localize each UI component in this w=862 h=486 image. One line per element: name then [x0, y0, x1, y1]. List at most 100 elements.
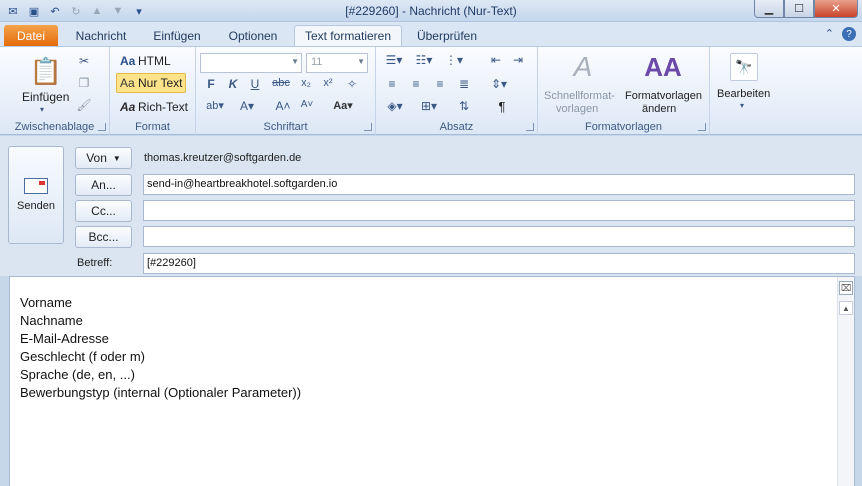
edit-dropdown-icon[interactable]: ▾	[740, 101, 744, 110]
cc-field[interactable]	[143, 200, 855, 221]
to-button[interactable]: An...	[75, 174, 132, 196]
borders-icon[interactable]: ⊞▾	[418, 99, 440, 113]
italic-icon[interactable]: K	[226, 77, 240, 91]
help-icon[interactable]: ?	[842, 27, 856, 41]
format-plain-label: Nur Text	[138, 76, 183, 90]
paste-button-label[interactable]: Einfügen	[22, 90, 69, 104]
tab-text-formatieren[interactable]: Text formatieren	[294, 25, 402, 46]
format-painter-icon[interactable]: 🖌	[76, 97, 92, 113]
subject-label: Betreff:	[77, 257, 113, 269]
shading-icon[interactable]: ◈▾	[384, 99, 406, 113]
justify-icon[interactable]: ≣	[456, 77, 472, 91]
show-formatting-icon[interactable]: ¶	[494, 99, 510, 114]
minimize-ribbon-icon[interactable]: ⌃	[825, 27, 834, 41]
multilevel-list-icon[interactable]: ⋮▾	[444, 53, 464, 67]
ribbon-tabs: Datei Nachricht Einfügen Optionen Text f…	[0, 22, 862, 46]
styles-launcher-icon[interactable]	[698, 123, 706, 131]
aa-plain-icon: Aa	[120, 76, 135, 90]
font-size-combo[interactable]: 11 ▼	[306, 53, 368, 73]
vertical-scrollbar[interactable]: ⌧ ▲	[837, 277, 854, 486]
format-plain-option[interactable]: Aa Nur Text	[116, 73, 186, 93]
numbering-icon[interactable]: ☷▾	[414, 53, 434, 67]
message-body[interactable]: Vorname Nachname E-Mail-Adresse Geschlec…	[9, 276, 855, 486]
tab-datei[interactable]: Datei	[4, 25, 58, 46]
format-html-label: HTML	[138, 54, 171, 68]
aa-rich-icon: Aa	[120, 100, 136, 114]
group-paragraph: ☰▾ ☷▾ ⋮▾ ⇤ ⇥ ≡ ≡ ≡ ≣ ⇕▾ ◈▾ ⊞▾ ⇅ ¶ Absatz	[376, 47, 538, 135]
group-label-paragraph: Absatz	[439, 121, 474, 133]
subject-field[interactable]: [#229260]	[143, 253, 855, 274]
minimize-button[interactable]: ▁	[754, 0, 784, 18]
body-line: Geschlecht (f oder m)	[20, 349, 145, 364]
tab-optionen[interactable]: Optionen	[218, 25, 288, 46]
format-rich-label: Rich-Text	[138, 100, 189, 114]
maximize-button[interactable]: ☐	[784, 0, 814, 18]
paste-dropdown-icon[interactable]: ▾	[40, 105, 44, 114]
clear-format-icon[interactable]: ✧	[344, 77, 360, 91]
body-line: Bewerbungstyp (internal (Optionaler Para…	[20, 385, 302, 400]
font-launcher-icon[interactable]	[364, 123, 372, 131]
paste-icon[interactable]: 📋	[28, 53, 64, 89]
align-center-icon[interactable]: ≡	[408, 77, 424, 91]
superscript-icon[interactable]: x²	[320, 77, 336, 89]
change-styles-line1[interactable]: Formatvorlagen	[625, 90, 702, 102]
cut-icon[interactable]: ✂	[76, 53, 92, 69]
envelope-icon	[24, 178, 48, 194]
highlight-icon[interactable]: ab▾	[204, 99, 226, 112]
grow-font-icon[interactable]: A˄	[276, 99, 291, 113]
change-styles-icon[interactable]: AA	[644, 51, 682, 83]
underline-icon[interactable]: U	[248, 77, 262, 91]
bcc-field[interactable]	[143, 226, 855, 247]
to-field[interactable]: send-in@heartbreakhotel.softgarden.io	[143, 174, 855, 195]
group-styles: A Schnellformat- vorlagen AA Formatvorla…	[538, 47, 710, 135]
font-color-icon[interactable]: A▾	[236, 99, 258, 113]
quick-styles-icon[interactable]: A	[566, 51, 600, 83]
decrease-indent-icon[interactable]: ⇤	[488, 53, 504, 67]
increase-indent-icon[interactable]: ⇥	[510, 53, 526, 67]
chevron-down-icon: ▼	[112, 153, 121, 163]
group-format: Aa HTML Aa Nur Text Aa Rich-Text Format	[110, 47, 196, 135]
change-styles-line2[interactable]: ändern	[642, 103, 676, 115]
body-line: Sprache (de, en, ...)	[20, 367, 135, 382]
body-line: E-Mail-Adresse	[20, 331, 109, 346]
format-rich-option[interactable]: Aa Rich-Text	[116, 97, 192, 117]
send-button[interactable]: Senden	[8, 146, 64, 244]
bullets-icon[interactable]: ☰▾	[384, 53, 404, 67]
sort-icon[interactable]: ⇅	[456, 99, 472, 113]
clipboard-launcher-icon[interactable]	[98, 123, 106, 131]
bold-icon[interactable]: F	[204, 77, 218, 91]
ruler-toggle-icon[interactable]: ⌧	[839, 281, 853, 295]
body-line: Vorname	[20, 295, 73, 310]
align-right-icon[interactable]: ≡	[432, 77, 448, 91]
binoculars-icon[interactable]: 🔭	[730, 53, 758, 81]
shrink-font-icon[interactable]: A˅	[300, 99, 314, 110]
edit-button-label[interactable]: Bearbeiten	[717, 88, 770, 100]
font-size-value: 11	[311, 56, 323, 68]
group-label-styles: Formatvorlagen	[584, 121, 663, 133]
aa-html-icon: Aa	[120, 54, 136, 68]
align-left-icon[interactable]: ≡	[384, 77, 400, 91]
from-button[interactable]: Von ▼	[75, 147, 132, 169]
group-font: ▼ 11 ▼ F K U abc x₂ x² ✧ ab▾ A▾ A˄ A˅ Aa▾…	[196, 47, 376, 135]
group-label-font: Schriftart	[263, 121, 308, 133]
line-spacing-icon[interactable]: ⇕▾	[488, 77, 510, 91]
copy-icon[interactable]: ❐	[76, 75, 92, 91]
close-button[interactable]: ✕	[814, 0, 858, 18]
tab-nachricht[interactable]: Nachricht	[66, 25, 136, 46]
font-name-combo[interactable]: ▼	[200, 53, 302, 73]
paragraph-launcher-icon[interactable]	[526, 123, 534, 131]
bcc-button[interactable]: Bcc...	[75, 226, 132, 248]
message-body-text[interactable]: Vorname Nachname E-Mail-Adresse Geschlec…	[20, 294, 301, 402]
tab-ueberpruefen[interactable]: Überprüfen	[408, 25, 486, 46]
subscript-icon[interactable]: x₂	[298, 77, 314, 89]
from-button-label: Von	[86, 151, 107, 165]
quick-styles-line2[interactable]: vorlagen	[556, 103, 598, 115]
group-edit: 🔭 Bearbeiten ▾	[710, 47, 780, 135]
scroll-up-icon[interactable]: ▲	[839, 301, 853, 315]
strikethrough-icon[interactable]: abc	[270, 77, 292, 89]
cc-button[interactable]: Cc...	[75, 200, 132, 222]
tab-einfuegen[interactable]: Einfügen	[144, 25, 210, 46]
format-html-option[interactable]: Aa HTML	[116, 51, 192, 71]
change-case-icon[interactable]: Aa▾	[330, 99, 356, 112]
quick-styles-line1[interactable]: Schnellformat-	[544, 90, 615, 102]
